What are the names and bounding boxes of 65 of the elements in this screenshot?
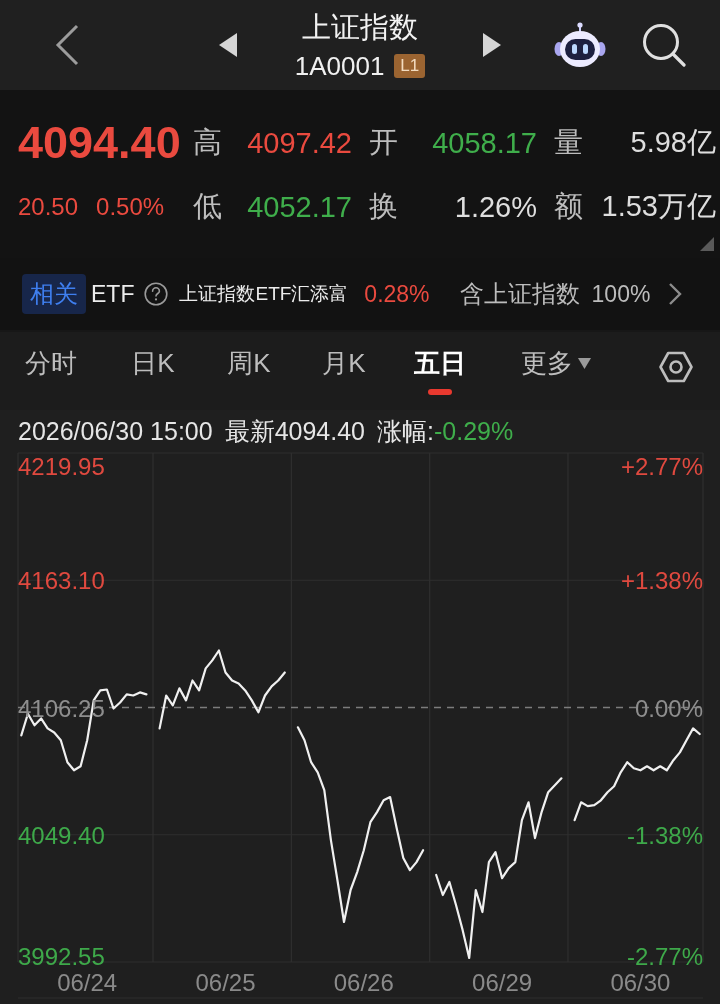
percent-axis-label: -2.77% bbox=[626, 943, 703, 970]
chart-timestamp: 2026/06/30 15:00 bbox=[18, 416, 213, 446]
y-axis-label: 4049.40 bbox=[18, 821, 105, 849]
chart-tab[interactable]: 分时 bbox=[21, 332, 81, 410]
right-triangle-icon bbox=[483, 33, 502, 57]
y-axis-label: 4163.10 bbox=[18, 567, 105, 595]
x-axis-label: 06/29 bbox=[472, 969, 533, 996]
caret-down-icon bbox=[578, 357, 591, 369]
stat-value: 4052.17 bbox=[247, 190, 352, 224]
stat-label: 开 bbox=[368, 125, 399, 160]
price-change: 20.50 bbox=[18, 193, 79, 221]
next-button[interactable] bbox=[483, 33, 502, 57]
chart-tab[interactable]: 月K bbox=[318, 332, 370, 410]
percent-axis-label: -1.38% bbox=[626, 821, 703, 849]
stat-label: 额 bbox=[553, 189, 584, 224]
y-axis-label: 4219.95 bbox=[18, 453, 105, 480]
stat-value: 1.26% bbox=[454, 190, 537, 224]
stat-label: 换 bbox=[368, 189, 399, 224]
latest-price: 最新4094.40 bbox=[224, 415, 365, 447]
stat-label: 低 bbox=[192, 189, 223, 224]
chart-tab[interactable]: 日K bbox=[127, 332, 179, 410]
back-button[interactable] bbox=[55, 24, 79, 66]
percent-axis-label: 0.00% bbox=[634, 694, 703, 722]
stat-value: 1.53万亿 bbox=[601, 189, 716, 224]
stat-value: 4058.17 bbox=[432, 126, 537, 160]
percent-axis-label: +2.77% bbox=[620, 453, 703, 480]
change-label: 涨幅: bbox=[377, 415, 434, 447]
current-price: 4094.40 bbox=[18, 117, 182, 169]
chevron-left-icon bbox=[55, 24, 79, 66]
level-badge: L1 bbox=[394, 54, 426, 78]
left-triangle-icon bbox=[218, 33, 237, 57]
assistant-button[interactable] bbox=[554, 22, 606, 68]
etf-name[interactable]: 上证指数ETF汇添富 bbox=[179, 281, 349, 307]
stat-value: 5.98亿 bbox=[630, 125, 716, 160]
etf-label: ETF bbox=[91, 280, 135, 308]
previous-button[interactable] bbox=[218, 33, 237, 57]
search-icon bbox=[642, 23, 686, 67]
related-badge: 相关 bbox=[22, 274, 86, 314]
corner-triangle-icon[interactable] bbox=[700, 237, 714, 251]
x-axis-label: 06/26 bbox=[333, 969, 394, 996]
stat-value: 4097.42 bbox=[247, 126, 352, 160]
robot-icon bbox=[554, 22, 606, 68]
index-title: 上证指数 bbox=[302, 10, 418, 45]
holding-label: 含上证指数 bbox=[459, 279, 580, 309]
change-value: -0.29% bbox=[433, 416, 514, 446]
chart-tab[interactable]: 五日 bbox=[410, 332, 470, 410]
x-axis-label: 06/30 bbox=[610, 969, 671, 996]
chart-tab[interactable]: 周K bbox=[223, 332, 275, 410]
x-axis-label: 06/25 bbox=[195, 969, 256, 996]
percent-change: 0.50% bbox=[96, 193, 165, 221]
selected-tab-underline bbox=[428, 389, 452, 395]
settings-icon bbox=[659, 351, 693, 383]
etf-change: 0.28% bbox=[364, 280, 430, 308]
more-menu-tab[interactable]: 更多 bbox=[517, 332, 595, 410]
index-code: 1A0001 bbox=[294, 51, 385, 81]
y-axis-label: 3992.55 bbox=[18, 943, 105, 970]
help-icon[interactable] bbox=[144, 282, 169, 306]
stat-label: 高 bbox=[192, 125, 223, 160]
search-button[interactable] bbox=[642, 23, 686, 67]
stat-label: 量 bbox=[553, 125, 584, 160]
holding-share: 100% bbox=[591, 280, 651, 308]
x-axis-label: 06/24 bbox=[57, 969, 118, 996]
chevron-right-icon[interactable] bbox=[668, 282, 683, 306]
chart-settings-button[interactable] bbox=[659, 351, 693, 383]
percent-axis-label: +1.38% bbox=[620, 567, 703, 595]
